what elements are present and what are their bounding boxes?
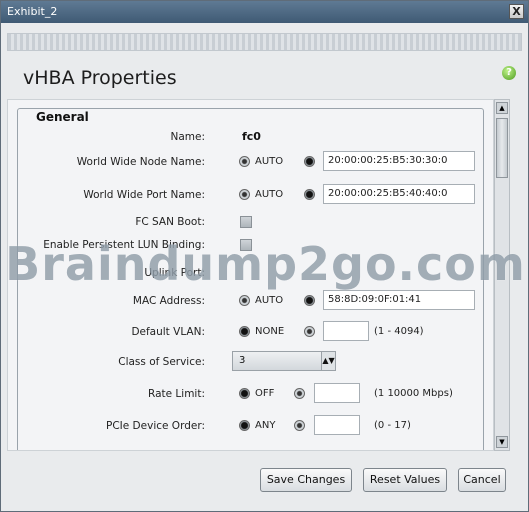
wwnn-manual-radio[interactable] (304, 156, 315, 167)
mac-label: MAC Address: (132, 295, 205, 307)
reset-values-button[interactable]: Reset Values (363, 468, 447, 492)
wwpn-auto-radio[interactable] (239, 189, 250, 200)
wwnn-input[interactable]: 20:00:00:25:B5:30:30:0 (323, 151, 475, 171)
mac-auto-label: AUTO (255, 295, 284, 306)
default-vlan-label: Default VLAN: (131, 326, 205, 338)
pcie-input[interactable] (314, 415, 360, 435)
scroll-up-icon[interactable]: ▲ (496, 102, 508, 114)
cancel-button[interactable]: Cancel (458, 468, 506, 492)
vlan-range: (1 - 4094) (374, 326, 424, 337)
toolbar-stripe (7, 33, 522, 51)
class-of-service-label: Class of Service: (118, 356, 205, 368)
rate-limit-label: Rate Limit: (148, 388, 205, 400)
name-label: Name: (170, 131, 205, 143)
wwnn-label: World Wide Node Name: (76, 156, 205, 168)
rate-input[interactable] (314, 383, 360, 403)
help-icon[interactable]: ? (502, 66, 516, 80)
fc-san-boot-label: FC SAN Boot: (135, 216, 205, 228)
wwpn-auto-label: AUTO (255, 189, 284, 200)
wwpn-input[interactable]: 20:00:00:25:B5:40:40:0 (323, 184, 475, 204)
page-title: vHBA Properties (23, 67, 177, 89)
vlan-none-radio[interactable] (239, 326, 250, 337)
vlan-manual-radio[interactable] (304, 326, 315, 337)
rate-manual-radio[interactable] (294, 388, 305, 399)
vlan-none-label: NONE (255, 326, 285, 337)
save-changes-button[interactable]: Save Changes (260, 468, 352, 492)
rate-range: (1 10000 Mbps) (374, 388, 453, 399)
scroll-down-icon[interactable]: ▼ (496, 436, 508, 448)
pcie-any-radio[interactable] (239, 420, 250, 431)
scroll-thumb[interactable] (496, 118, 508, 178)
pcie-range: (0 - 17) (374, 420, 411, 431)
mac-input[interactable]: 58:8D:09:0F:01:41 (323, 290, 475, 310)
wwpn-manual-radio[interactable] (304, 189, 315, 200)
close-icon[interactable]: X (509, 4, 524, 19)
class-of-service-value: 3 (239, 355, 246, 366)
vlan-input[interactable] (323, 321, 369, 341)
mac-manual-radio[interactable] (304, 295, 315, 306)
rate-off-label: OFF (255, 388, 275, 399)
pcie-manual-radio[interactable] (294, 420, 305, 431)
rate-off-radio[interactable] (239, 388, 250, 399)
window-title: Exhibit_2 (7, 5, 58, 18)
name-value: fc0 (242, 130, 261, 143)
pcie-any-label: ANY (255, 420, 276, 431)
wwnn-auto-label: AUTO (255, 156, 284, 167)
watermark: Braindump2go.com (5, 237, 526, 291)
wwnn-auto-radio[interactable] (239, 156, 250, 167)
window-titlebar: Exhibit_2 X (1, 1, 528, 23)
wwpn-label: World Wide Port Name: (83, 189, 205, 201)
fc-san-boot-checkbox[interactable] (240, 216, 252, 228)
class-of-service-select[interactable]: 3 ▲▼ (232, 351, 336, 371)
mac-auto-radio[interactable] (239, 295, 250, 306)
pcie-order-label: PCIe Device Order: (106, 420, 205, 432)
general-legend: General (34, 110, 91, 124)
chevron-down-icon: ▲▼ (321, 352, 335, 370)
exhibit-window: Exhibit_2 X vHBA Properties ? General Na… (0, 0, 529, 512)
